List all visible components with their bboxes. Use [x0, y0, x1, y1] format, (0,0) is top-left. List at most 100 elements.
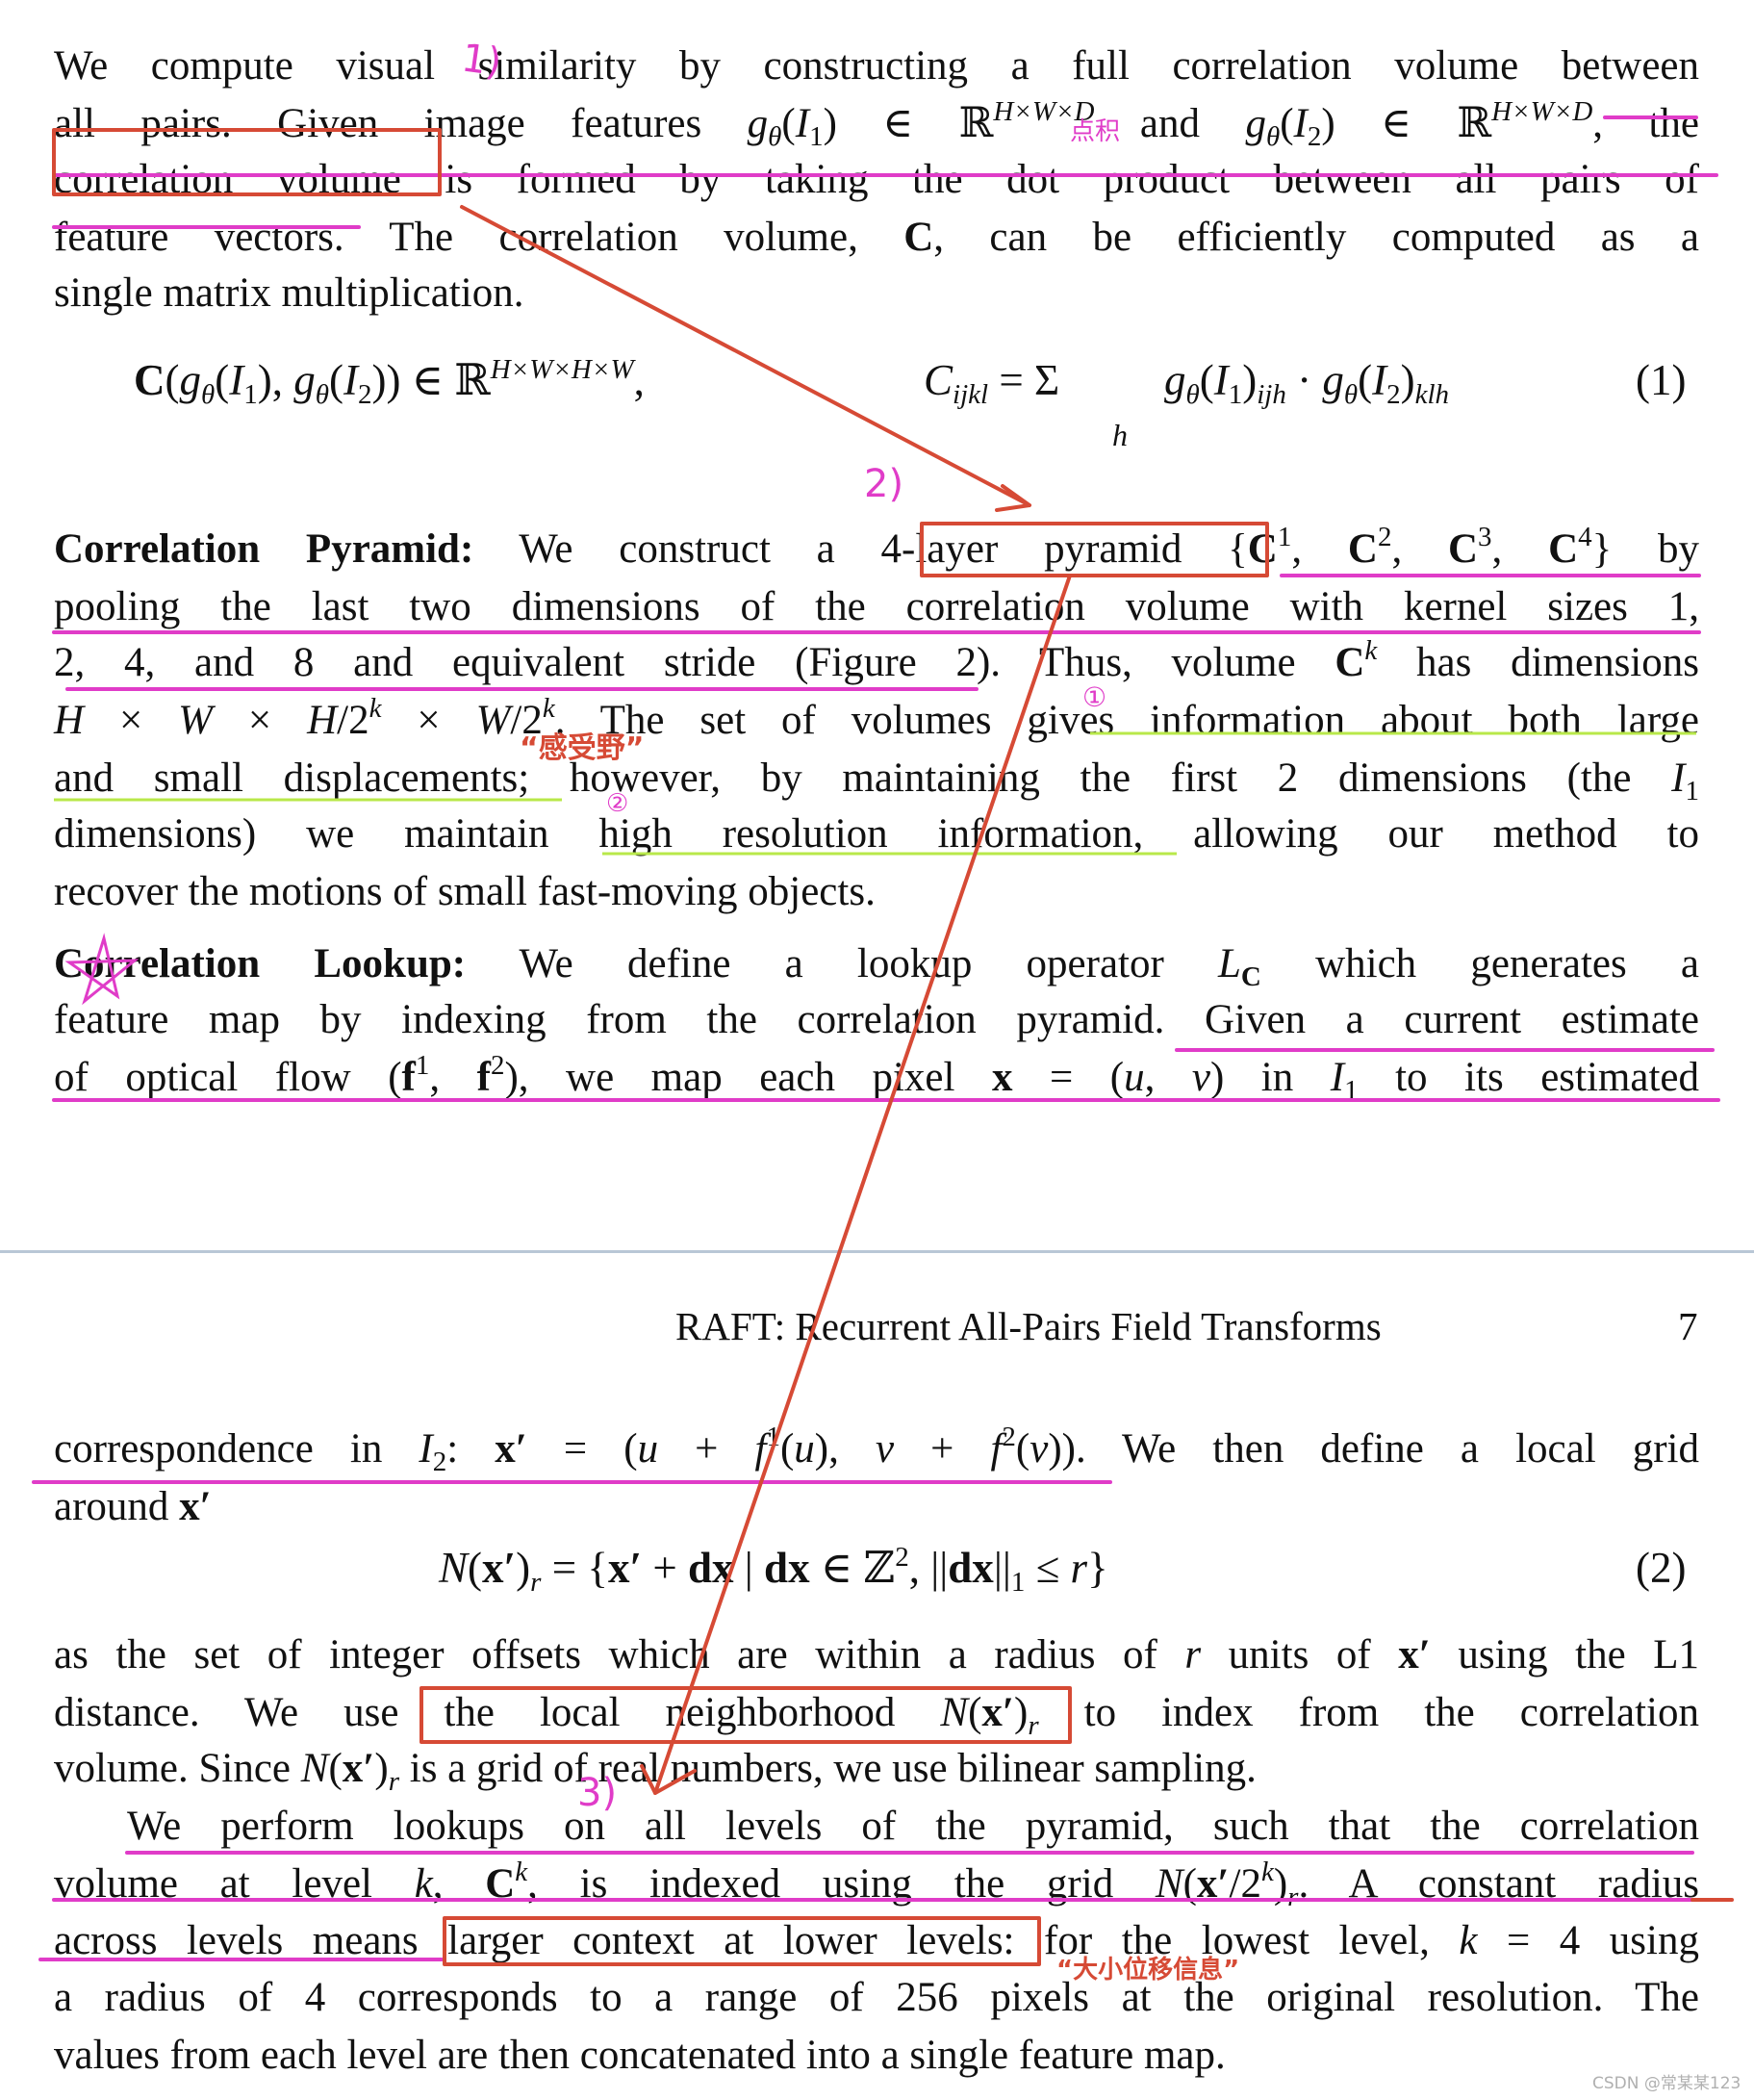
- text-run: f: [401, 1055, 416, 1100]
- text-run: ,: [633, 356, 645, 404]
- text-run: N: [940, 1690, 969, 1735]
- text-run: (: [329, 356, 343, 404]
- note-1: 1): [458, 36, 505, 86]
- text-run: a radius of 4 corresponds to a range of …: [54, 1975, 1699, 2020]
- text-run: g: [293, 356, 316, 404]
- subscript: θ: [1343, 379, 1359, 410]
- text-line: volume at level k, Ck, is indexed using …: [54, 1856, 1699, 1912]
- text-run: C: [1247, 526, 1278, 572]
- text-run: We perform lookups on all levels of the …: [127, 1804, 1699, 1849]
- text-run: +: [642, 1544, 688, 1592]
- text-run: /2: [1229, 1861, 1261, 1907]
- superscript: 2: [490, 1050, 505, 1081]
- subscript: 1: [1228, 379, 1243, 410]
- superscript: 4: [1578, 522, 1592, 552]
- running-title: RAFT: Recurrent All-Pairs Field Transfor…: [675, 1304, 1382, 1348]
- text-run: H: [54, 698, 85, 743]
- text-run: and small displacements; however, by mai…: [54, 755, 1672, 801]
- text-run: ,: [432, 1861, 486, 1907]
- text-line: pooling the last two dimensions of the c…: [54, 578, 1699, 635]
- text-line: around x′: [54, 1478, 1699, 1535]
- page-number: 7: [1678, 1304, 1698, 1348]
- text-run: (: [1280, 101, 1294, 146]
- text-run: N: [1155, 1861, 1183, 1907]
- superscript: 1: [1277, 522, 1292, 552]
- equation-1-right: Cijkl = Σ: [924, 352, 1059, 409]
- watermark: CSDN @常某某123: [1592, 2074, 1741, 2093]
- text-run: ),: [814, 1426, 876, 1472]
- text-run: N: [439, 1544, 469, 1592]
- text-run: x′: [1196, 1861, 1230, 1907]
- subscript: 2: [1307, 121, 1322, 152]
- superscript: 1: [766, 1421, 780, 1452]
- text-run: x′: [981, 1690, 1014, 1735]
- text-run: ,: [1491, 526, 1549, 572]
- text-run: , the: [1592, 101, 1699, 146]
- text-run: dimensions) we maintain high resolution …: [54, 811, 1699, 857]
- text-run: ||: [993, 1544, 1011, 1592]
- text-run: pooling the last two dimensions of the c…: [54, 584, 1699, 629]
- text-run: (: [1182, 1861, 1197, 1907]
- text-run: . A constant radius: [1298, 1861, 1700, 1907]
- text-line: feature vectors. The correlation volume,…: [54, 209, 1699, 266]
- text-line: recover the motions of small fast-moving…: [54, 863, 1699, 920]
- text-run: ,: [429, 1055, 477, 1100]
- text-line: volume. Since N(x′)r is a grid of real n…: [54, 1740, 1699, 1797]
- superscript: 3: [1478, 522, 1492, 552]
- text-run: x′: [495, 1426, 527, 1472]
- text-run: ≤: [1025, 1544, 1071, 1592]
- text-run: ): [1242, 356, 1258, 404]
- text-line: across levels means larger context at lo…: [54, 1912, 1699, 1969]
- text-run: r: [1070, 1544, 1088, 1592]
- note-circle-1: ①: [1082, 681, 1107, 713]
- text-run: x′: [482, 1544, 517, 1592]
- subscript: ijh: [1257, 379, 1286, 410]
- equation-2-number: (2): [1636, 1544, 1687, 1592]
- text-run: , can be efficiently computed as a: [933, 215, 1699, 260]
- equation-1-left: C(gθ(I1), gθ(I2)) ∈ ℝH×W×H×W,: [134, 352, 645, 409]
- text-run: (: [1358, 356, 1373, 404]
- superscript: H×W×D: [1491, 96, 1593, 127]
- text-run: u: [637, 1426, 659, 1472]
- text-run: ): [1014, 1690, 1029, 1735]
- text-run: around: [54, 1484, 180, 1529]
- text-run: ,: [1291, 526, 1348, 572]
- text-run: volume at level: [54, 1861, 415, 1907]
- text-run: . The set of volumes gives information a…: [554, 698, 1699, 743]
- superscript: 1: [415, 1050, 430, 1081]
- equation-1-rhs: gθ(I1)ijh · gθ(I2)klh: [1164, 352, 1449, 409]
- text-run: |: [733, 1544, 765, 1592]
- superscript: k: [369, 693, 382, 724]
- subscript: 1: [1685, 776, 1700, 807]
- text-run: I: [1293, 101, 1308, 146]
- text-run: =: [988, 356, 1034, 404]
- text-run: using the L1: [1430, 1632, 1700, 1677]
- text-run: all pairs. Given image features: [54, 101, 748, 146]
- text-run: volume. Since: [54, 1746, 301, 1791]
- text-run: (: [165, 356, 180, 404]
- text-run: recover the motions of small fast-moving…: [54, 869, 876, 914]
- text-run: f: [754, 1426, 767, 1472]
- text-run: (: [779, 1426, 795, 1472]
- text-run: single matrix multiplication.: [54, 270, 524, 316]
- text-run: 2, 4, and 8 and equivalent stride (Figur…: [54, 640, 1335, 685]
- text-run: (: [215, 356, 230, 404]
- text-run: C: [924, 356, 953, 404]
- text-run: ): [1273, 1861, 1288, 1907]
- superscript: H×W×H×W: [490, 354, 634, 385]
- text-run: W: [475, 698, 511, 743]
- subscript: ijkl: [953, 379, 989, 410]
- text-run: (: [1015, 1426, 1030, 1472]
- text-run: = (: [526, 1426, 638, 1472]
- text-line: correspondence in I2: x′ = (u + f1(u), v…: [54, 1421, 1699, 1477]
- text-run: N: [300, 1746, 329, 1791]
- text-run: g: [1245, 101, 1266, 146]
- note-dot-product: 点积: [1070, 117, 1121, 146]
- text-run: C: [134, 356, 165, 404]
- note-displacement: “大小位移信息”: [1056, 1956, 1240, 1985]
- text-run: correlation volume is formed by taking t…: [54, 157, 1699, 202]
- text-run: C: [485, 1861, 516, 1907]
- text-run: I: [419, 1426, 433, 1472]
- text-line: We perform lookups on all levels of the …: [54, 1798, 1699, 1855]
- text-run: correspondence in: [54, 1426, 419, 1472]
